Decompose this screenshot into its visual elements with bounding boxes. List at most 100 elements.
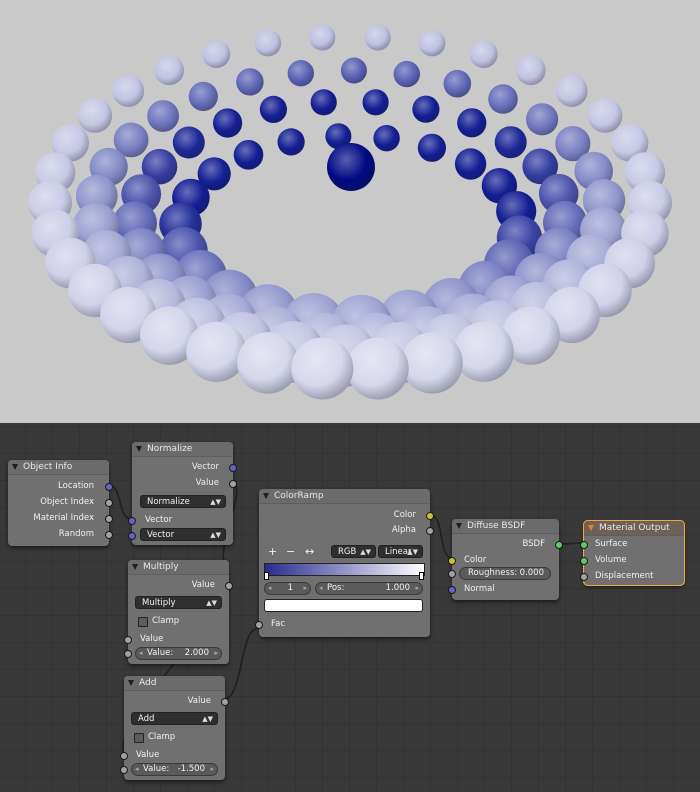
input-displacement-label: Displacement (595, 571, 654, 581)
socket-roughness-in[interactable] (448, 570, 456, 578)
node-header[interactable]: ColorRamp (259, 489, 430, 504)
node-object-info[interactable]: Object Info Location Object Index Materi… (8, 460, 113, 546)
increment-arrow-icon[interactable]: ▸ (415, 583, 419, 594)
socket-displacement-in[interactable] (580, 573, 588, 581)
increment-arrow-icon[interactable]: ▸ (210, 764, 214, 775)
center-sphere (327, 143, 375, 191)
ring-sphere (516, 55, 546, 86)
clamp-label: Clamp (152, 616, 180, 626)
increment-arrow-icon[interactable]: ▸ (303, 583, 307, 594)
socket-location[interactable] (105, 483, 113, 491)
socket-value-out[interactable] (221, 698, 229, 706)
socket-surface-in[interactable] (580, 541, 588, 549)
socket-fac-in[interactable] (255, 621, 263, 629)
node-normalize[interactable]: Normalize Vector Value Normalize ▲▼ Vecto… (128, 442, 237, 545)
collapse-triangle-icon[interactable] (588, 525, 594, 531)
node-header[interactable]: Diffuse BSDF (452, 519, 559, 534)
socket-vector-in[interactable] (128, 517, 136, 525)
socket-value-out[interactable] (225, 582, 233, 590)
increment-arrow-icon[interactable]: ▸ (214, 648, 218, 659)
decrement-arrow-icon[interactable]: ◂ (139, 648, 143, 659)
ring-sphere (112, 75, 145, 107)
socket-alpha-out[interactable] (426, 527, 434, 535)
decrement-arrow-icon[interactable]: ◂ (268, 583, 272, 594)
ramp-stop-start[interactable] (264, 572, 269, 580)
collapse-triangle-icon[interactable] (128, 680, 134, 686)
clamp-checkbox[interactable] (134, 733, 144, 743)
node-editor[interactable]: Object Info Location Object Index Materi… (0, 423, 700, 792)
collapse-triangle-icon[interactable] (263, 493, 269, 499)
value-field[interactable]: ◂ Value: 2.000 ▸ (135, 647, 222, 660)
node-colorramp[interactable]: ColorRamp Color Alpha + − ↔ RGB ▲▼ Linear… (255, 489, 434, 637)
socket-color-out[interactable] (426, 512, 434, 520)
node-header[interactable]: Material Output (584, 521, 684, 536)
node-header[interactable]: Multiply (128, 560, 229, 575)
collapse-triangle-icon[interactable] (456, 523, 462, 529)
socket-bsdf-out[interactable] (555, 541, 563, 549)
input-normal-label: Normal (464, 584, 495, 594)
output-color-label: Color (393, 510, 416, 520)
socket-material-index[interactable] (105, 515, 113, 523)
node-add[interactable]: Add Value Add ▲▼ Clamp Value ◂ Value: -1.50… (120, 676, 229, 780)
vector-mode-dropdown[interactable]: Vector ▲▼ (140, 528, 226, 541)
color-mode-dropdown[interactable]: RGB ▲▼ (331, 545, 376, 558)
dropdown-arrows-icon: ▲▼ (210, 498, 221, 506)
input-vector-label: Vector (145, 515, 173, 525)
clamp-checkbox[interactable] (138, 617, 148, 627)
input-value-label: Value (140, 634, 164, 644)
ring-sphere (362, 89, 389, 116)
socket-value-in-1[interactable] (124, 636, 132, 644)
collapse-triangle-icon[interactable] (132, 564, 138, 570)
collapse-triangle-icon[interactable] (136, 446, 142, 452)
node-title: Multiply (143, 562, 179, 572)
stop-position-value: 1.000 (385, 583, 410, 593)
socket-color-in[interactable] (448, 557, 456, 565)
node-multiply[interactable]: Multiply Value Multiply ▲▼ Clamp Value ◂ V… (124, 560, 233, 664)
operation-dropdown[interactable]: Add ▲▼ (131, 712, 218, 725)
stop-index-field[interactable]: ◂ 1 ▸ (264, 582, 311, 595)
ring-sphere (364, 24, 391, 51)
collapse-triangle-icon[interactable] (12, 464, 18, 470)
socket-value-out[interactable] (229, 480, 237, 488)
ring-sphere (291, 337, 354, 400)
socket-volume-in[interactable] (580, 557, 588, 565)
socket-value-in-2[interactable] (124, 650, 132, 658)
ring-sphere (237, 332, 299, 394)
socket-normal-in[interactable] (448, 586, 456, 594)
dropdown-arrows-icon: ▲▼ (360, 548, 371, 556)
color-ramp-gradient[interactable] (264, 563, 425, 576)
remove-stop-button[interactable]: − (286, 545, 295, 558)
interpolation-dropdown[interactable]: Linear ▲▼ (378, 545, 423, 558)
ring-sphere (236, 68, 264, 96)
value-field-label: Value: (143, 764, 170, 774)
node-diffuse-bsdf[interactable]: Diffuse BSDF BSDF Color Roughness: 0.000 … (448, 519, 563, 600)
ramp-stop-end[interactable] (419, 572, 424, 580)
value-field-value: -1.500 (177, 764, 205, 774)
socket-value-in-2[interactable] (120, 766, 128, 774)
ring-sphere (340, 57, 367, 84)
ring-sphere (469, 40, 498, 69)
socket-vector-in-2[interactable] (128, 532, 136, 540)
add-stop-button[interactable]: + (268, 545, 277, 558)
node-header[interactable]: Normalize (132, 442, 233, 457)
clamp-label: Clamp (148, 732, 176, 742)
decrement-arrow-icon[interactable]: ◂ (319, 583, 323, 594)
stop-position-field[interactable]: ◂ Pos: 1.000 ▸ (315, 582, 423, 595)
node-material-output[interactable]: Material Output Surface Volume Displacem… (580, 520, 685, 586)
flip-ramp-button[interactable]: ↔ (305, 545, 314, 558)
roughness-field[interactable]: Roughness: 0.000 (459, 567, 551, 580)
node-header[interactable]: Object Info (8, 460, 109, 475)
operation-dropdown[interactable]: Multiply ▲▼ (135, 596, 222, 609)
ring-sphere (587, 98, 623, 133)
decrement-arrow-icon[interactable]: ◂ (135, 764, 139, 775)
socket-vector-out[interactable] (229, 464, 237, 472)
stop-color-swatch[interactable] (264, 599, 423, 612)
operation-dropdown[interactable]: Normalize ▲▼ (140, 495, 226, 508)
socket-object-index[interactable] (105, 499, 113, 507)
socket-value-in-1[interactable] (120, 752, 128, 760)
node-header[interactable]: Add (124, 676, 225, 691)
node-title: Object Info (23, 462, 73, 472)
value-field[interactable]: ◂ Value: -1.500 ▸ (131, 763, 218, 776)
socket-random[interactable] (105, 531, 113, 539)
output-value-label: Value (187, 696, 211, 706)
